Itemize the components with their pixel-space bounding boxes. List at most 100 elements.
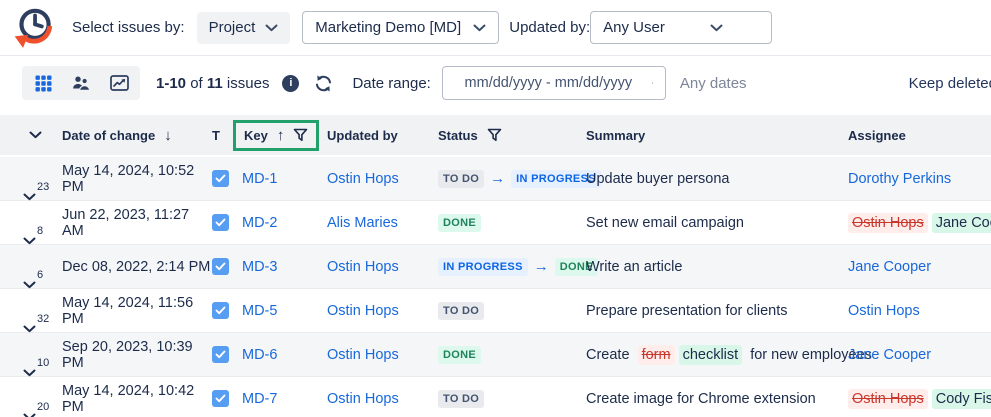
updated-by-link[interactable]: Ostin Hops <box>327 303 399 319</box>
updated-by-cell: Ostin Hops <box>327 171 432 187</box>
toolbar: 1-10 of 11 issues Date range: <box>0 56 991 110</box>
column-header-inner: T <box>212 128 220 143</box>
column-header-key[interactable]: Key <box>242 120 327 151</box>
issue-key-link[interactable]: MD-3 <box>242 259 277 275</box>
updated-by-link[interactable]: Ostin Hops <box>327 347 399 363</box>
key-cell: MD-5 <box>242 303 327 319</box>
issue-history-clock-logo-icon <box>10 4 58 52</box>
status-cell: DONE <box>432 346 578 364</box>
assignee-cell: Dorothy Perkins <box>840 171 991 187</box>
date-of-change: May 14, 2024, 11:56 PM <box>62 295 212 327</box>
summary-cell: Set new email campaign <box>578 215 840 231</box>
status-badge: DONE <box>438 214 481 232</box>
sort-ascending-icon[interactable] <box>277 127 285 144</box>
expand-chevron-icon[interactable] <box>23 413 36 417</box>
column-label: Status <box>438 128 478 143</box>
updated-by-link[interactable]: Ostin Hops <box>327 391 399 407</box>
assignee-link[interactable]: Dorothy Perkins <box>848 171 951 187</box>
issue-key-link[interactable]: MD-1 <box>242 171 277 187</box>
updated-by-link[interactable]: Ostin Hops <box>327 259 399 275</box>
table-view-button[interactable] <box>25 69 61 97</box>
type-cell <box>212 258 242 275</box>
expand-chevron-icon[interactable] <box>23 325 36 333</box>
issue-key-link[interactable]: MD-7 <box>242 391 277 407</box>
top-bar: Select issues by: Project Marketing Demo… <box>0 0 991 56</box>
change-count: 20 <box>37 401 49 413</box>
filter-funnel-icon[interactable] <box>487 128 502 142</box>
summary-segment-removed: form <box>638 345 675 365</box>
issues-count-total: 11 <box>207 75 223 92</box>
chevron-down-icon <box>265 24 278 32</box>
table-row: 20 May 14, 2024, 10:42 PM MD-7 Ostin Hops TO… <box>0 377 991 417</box>
expand-chevron-icon[interactable] <box>23 237 36 245</box>
users-icon <box>72 75 91 92</box>
change-count: 32 <box>37 313 49 325</box>
date-range-label: Date range: <box>352 75 430 92</box>
summary-segment: Write an article <box>586 259 682 275</box>
column-header-summary: Summary <box>578 128 840 143</box>
calendar-icon[interactable] <box>652 74 653 92</box>
assignee-added: Jane Cooper <box>932 213 991 233</box>
select-mode-dropdown[interactable]: Project <box>197 12 291 44</box>
issue-key-link[interactable]: MD-6 <box>242 347 277 363</box>
summary-cell: Prepare presentation for clients <box>578 303 840 319</box>
assignee-link[interactable]: Jane Cooper <box>848 259 931 275</box>
summary-segment: Create image for Chrome extension <box>586 391 816 407</box>
select-mode-value: Project <box>209 19 256 36</box>
status-cell: DONE <box>432 214 578 232</box>
column-header-expand <box>22 131 62 139</box>
info-icon[interactable] <box>282 75 299 92</box>
updated-by-link[interactable]: Alis Maries <box>327 215 398 231</box>
assignee-cell: Ostin HopsJane Cooper <box>840 213 991 233</box>
task-type-icon <box>212 214 229 231</box>
key-cell: MD-2 <box>242 215 327 231</box>
assignee-cell: Ostin HopsCody Fisher <box>840 389 991 409</box>
column-header-inner: Status <box>438 128 502 143</box>
chart-view-button[interactable] <box>101 69 137 97</box>
status-cell: TO DO <box>432 390 578 408</box>
table-header-row: Date of changeT KeyUpdated by Status Summar… <box>0 115 991 155</box>
expand-chevron-icon[interactable] <box>23 281 36 289</box>
assignee-link[interactable]: Ostin Hops <box>848 303 920 319</box>
users-view-button[interactable] <box>63 69 99 97</box>
change-count: 23 <box>37 181 49 193</box>
type-cell <box>212 302 242 319</box>
line-chart-icon <box>110 75 129 91</box>
project-dropdown[interactable]: Marketing Demo [MD] <box>302 11 499 44</box>
summary-cell: Write an article <box>578 259 840 275</box>
user-dropdown[interactable]: Any User <box>590 11 772 44</box>
date-range-field[interactable] <box>442 66 666 100</box>
assignee-cell: Jane Cooper <box>840 259 991 275</box>
user-dropdown-value: Any User <box>603 19 665 36</box>
updated-by-link[interactable]: Ostin Hops <box>327 171 399 187</box>
updated-by-cell: Ostin Hops <box>327 259 432 275</box>
status-badge: IN PROGRESS <box>438 258 528 276</box>
date-of-change: Dec 08, 2022, 2:14 PM <box>62 259 210 275</box>
sort-descending-icon[interactable] <box>164 127 172 144</box>
date-range-input[interactable] <box>455 75 642 91</box>
summary-cell: Update buyer persona <box>578 171 840 187</box>
refresh-button[interactable] <box>314 74 333 93</box>
column-header-date[interactable]: Date of change <box>62 127 212 144</box>
expand-chevron-icon[interactable] <box>23 193 36 201</box>
date-of-change: Sep 20, 2023, 10:39 PM <box>62 339 212 371</box>
expand-chevron-icon[interactable] <box>23 369 36 377</box>
assignee-link[interactable]: Jane Cooper <box>848 347 931 363</box>
issue-key-link[interactable]: MD-2 <box>242 215 277 231</box>
type-cell <box>212 214 242 231</box>
column-header-updated: Updated by <box>327 128 432 143</box>
any-dates-label: Any dates <box>680 75 747 92</box>
table-row: 10Sep 20, 2023, 10:39 PMMD-6Ostin HopsDO… <box>0 333 991 377</box>
date-of-change: May 14, 2024, 10:42 PM <box>62 383 212 415</box>
updated-by-cell: Ostin Hops <box>327 347 432 363</box>
filter-funnel-icon[interactable] <box>293 128 308 142</box>
change-count: 8 <box>37 225 43 237</box>
issue-history-app: Select issues by: Project Marketing Demo… <box>0 0 991 417</box>
status-transition-arrow-icon <box>534 258 549 275</box>
keep-deleted-label[interactable]: Keep deleted <box>909 75 991 92</box>
assignee-cell: Jane Cooper <box>840 347 991 363</box>
expand-all-chevron-icon[interactable] <box>29 131 42 139</box>
date-of-change: Jun 22, 2023, 11:27 AM <box>62 207 212 239</box>
column-header-status[interactable]: Status <box>432 128 578 143</box>
issue-key-link[interactable]: MD-5 <box>242 303 277 319</box>
